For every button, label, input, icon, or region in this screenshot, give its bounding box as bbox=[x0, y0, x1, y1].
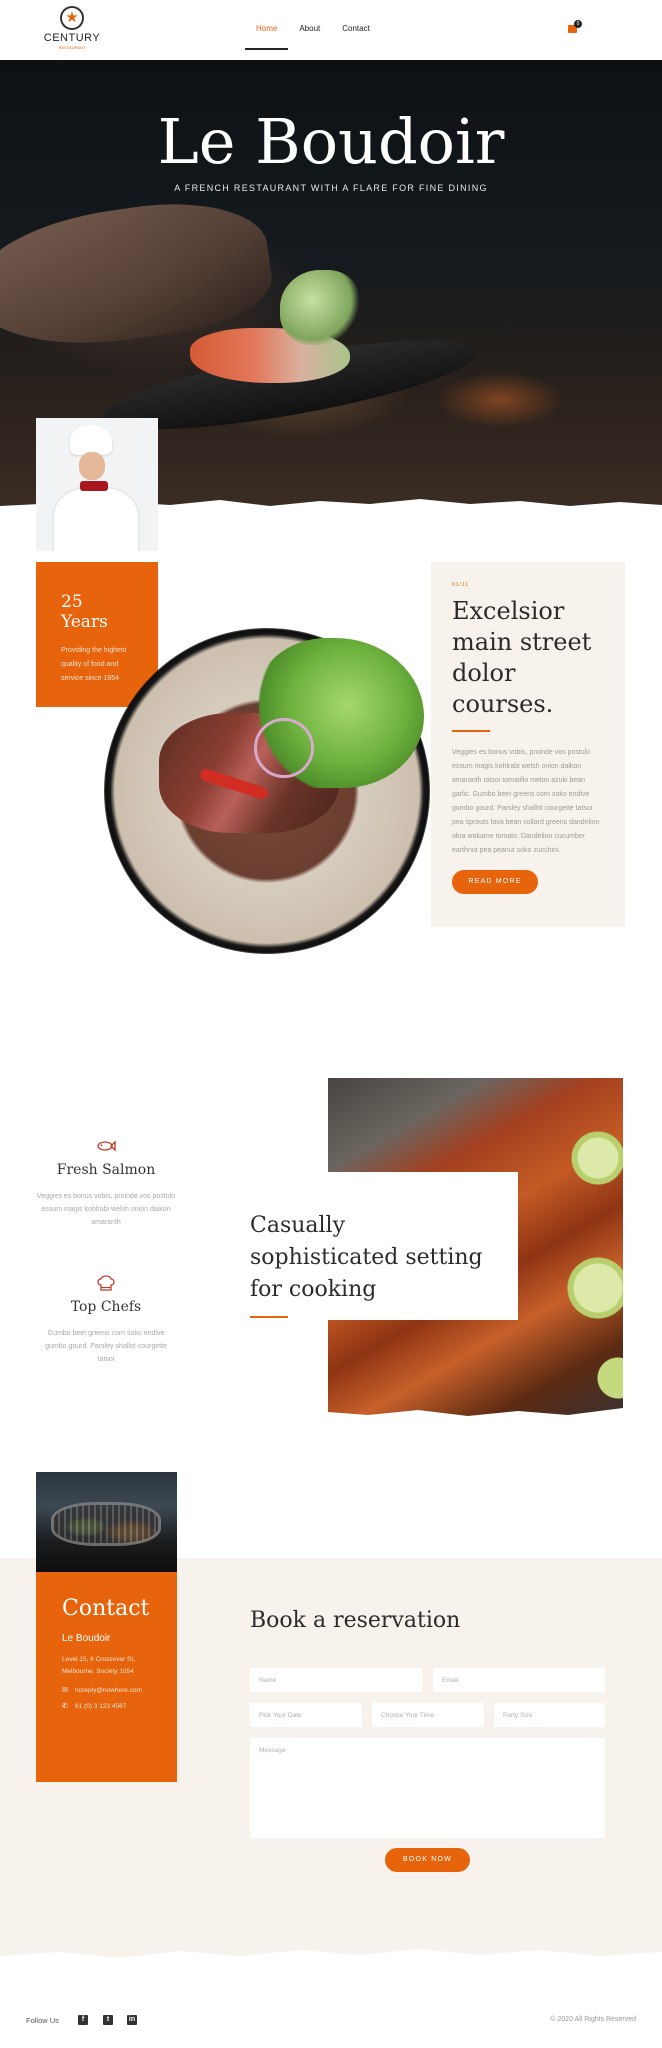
highlight-title: Casually sophisticated setting for cooki… bbox=[250, 1213, 483, 1302]
chef-hat-icon bbox=[36, 1275, 176, 1293]
date-field[interactable]: Pick Your Date bbox=[250, 1703, 362, 1727]
site-footer: Follow Us f t in © 2020 All Rights Reser… bbox=[0, 1972, 662, 2048]
party-size-field[interactable]: Party Size bbox=[494, 1703, 605, 1727]
years-text: Providing the highest quality of food an… bbox=[61, 647, 127, 682]
contact-email[interactable]: noreply@nowhere.com bbox=[75, 1687, 142, 1694]
envelope-icon: ✉ bbox=[62, 1687, 68, 1694]
chef-photo bbox=[36, 418, 158, 551]
read-more-button[interactable]: READ MORE bbox=[452, 870, 538, 894]
feature-title: Excelsior main street dolor courses. bbox=[452, 597, 592, 718]
nav-about[interactable]: About bbox=[288, 22, 331, 35]
grill-photo bbox=[36, 1472, 177, 1572]
main-nav: Home About Contact bbox=[245, 22, 381, 50]
feature-text: Veggies es bonus vobis, proinde vos post… bbox=[452, 749, 600, 854]
book-now-button[interactable]: BOOK NOW bbox=[385, 1848, 470, 1872]
hero-garnish-image bbox=[280, 270, 360, 345]
contact-name: Le Boudoir bbox=[62, 1633, 111, 1644]
feature-item-chefs: Top Chefs Gumbo beet greens corn soko en… bbox=[36, 1275, 176, 1366]
logo-brand: CENTURY bbox=[43, 32, 101, 44]
linkedin-icon[interactable]: in bbox=[127, 2015, 137, 2025]
twitter-icon[interactable]: t bbox=[103, 2015, 113, 2025]
cart-button[interactable]: 0 bbox=[568, 20, 582, 34]
feature-text-salmon: Veggies es bonus vobis, proinde vos post… bbox=[36, 1193, 176, 1226]
site-header: ★ CENTURY RESTAURANT Home About Contact … bbox=[0, 0, 662, 60]
contact-address: Level 15, 6 Crossover St, Melbourne, Soc… bbox=[62, 1656, 135, 1675]
follow-us-label: Follow Us bbox=[26, 2016, 59, 2025]
time-field[interactable]: Choose Your Time bbox=[372, 1703, 484, 1727]
logo-tagline: RESTAURANT bbox=[58, 45, 86, 50]
fish-icon bbox=[36, 1138, 176, 1156]
contact-phone[interactable]: 61 (0) 3 123 4567 bbox=[75, 1703, 126, 1710]
feature-title-chefs: Top Chefs bbox=[70, 1299, 142, 1315]
facebook-icon[interactable]: f bbox=[78, 2015, 88, 2025]
name-field[interactable]: Name bbox=[250, 1668, 422, 1692]
nav-contact[interactable]: Contact bbox=[331, 22, 381, 35]
feature-card: 01/11 Excelsior main street dolor course… bbox=[431, 562, 625, 927]
title-underline bbox=[452, 730, 490, 732]
star-logo-icon: ★ bbox=[60, 6, 84, 30]
feature-text-chefs: Gumbo beet greens corn soko endive gumbo… bbox=[45, 1330, 167, 1363]
years-title: 25 Years bbox=[61, 592, 108, 632]
highlight-box: Casually sophisticated setting for cooki… bbox=[228, 1172, 518, 1320]
contact-box: Contact Le Boudoir Level 15, 6 Crossover… bbox=[36, 1572, 177, 1782]
hero-subtitle: A FRENCH RESTAURANT WITH A FLARE FOR FIN… bbox=[174, 183, 488, 193]
salmon-brush-edge bbox=[328, 1408, 623, 1424]
logo[interactable]: ★ CENTURY RESTAURANT bbox=[40, 6, 104, 54]
contact-title: Contact bbox=[62, 1596, 150, 1621]
reservation-title: Book a reservation bbox=[250, 1608, 461, 1633]
phone-icon: ✆ bbox=[62, 1703, 68, 1710]
copyright: © 2020 All Rights Reserved bbox=[550, 2016, 636, 2023]
message-field[interactable]: Message bbox=[250, 1738, 605, 1838]
feature-kicker: 01/11 bbox=[452, 582, 470, 588]
years-box: 25 Years Providing the highest quality o… bbox=[36, 562, 158, 707]
hero-title: Le Boudoir bbox=[157, 105, 505, 178]
contact-email-line: ✉ noreply@nowhere.com bbox=[62, 1686, 151, 1695]
highlight-underline bbox=[250, 1316, 288, 1318]
email-field[interactable]: Email bbox=[433, 1668, 605, 1692]
feature-item-salmon: Fresh Salmon Veggies es bonus vobis, pro… bbox=[36, 1138, 176, 1229]
cart-count-badge: 0 bbox=[574, 20, 582, 28]
contact-phone-line: ✆ 61 (0) 3 123 4567 bbox=[62, 1702, 151, 1711]
steak-dish-image bbox=[104, 628, 430, 954]
nav-home[interactable]: Home bbox=[245, 22, 289, 50]
feature-title-salmon: Fresh Salmon bbox=[56, 1162, 156, 1178]
